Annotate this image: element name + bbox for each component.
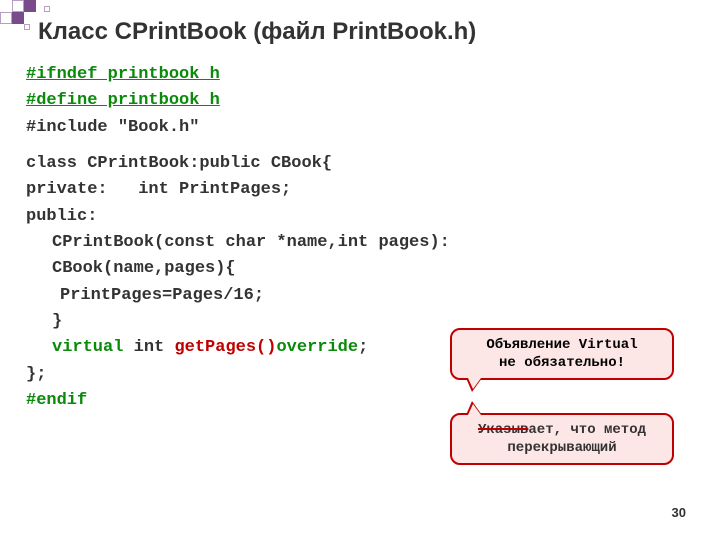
page-number: 30 — [672, 505, 686, 520]
code-line: private: int PrintPages; — [26, 177, 492, 203]
callout-text: не обязательно! — [462, 354, 662, 372]
callout-text: Объявление Virtual — [462, 336, 662, 354]
code-line: #ifndef printbook_h — [26, 65, 220, 84]
code-block: #ifndef printbook_h #define printbook_h … — [26, 62, 492, 414]
code-line: }; — [26, 362, 492, 388]
code-line: } — [26, 309, 492, 335]
code-line: #include "Book.h" — [26, 115, 492, 141]
code-line: #define printbook_h — [26, 91, 220, 110]
callout-text: перекрывающий — [462, 439, 662, 457]
code-line: public: — [26, 204, 492, 230]
callout-virtual-optional: Объявление Virtual не обязательно! — [450, 328, 674, 380]
code-line: CPrintBook(const char *name,int pages): … — [26, 230, 492, 283]
code-line: PrintPages=Pages/16; — [26, 283, 492, 309]
code-line: virtual int getPages()override; — [26, 335, 492, 361]
code-line: class CPrintBook:public CBook{ — [26, 151, 492, 177]
slide-title: Класс CPrintBook (файл PrintBook.h) — [38, 18, 476, 46]
code-line: #endif — [26, 391, 87, 410]
callout-text: Указывает, что метод — [462, 421, 662, 439]
callout-override-note: Указывает, что метод перекрывающий — [450, 413, 674, 465]
